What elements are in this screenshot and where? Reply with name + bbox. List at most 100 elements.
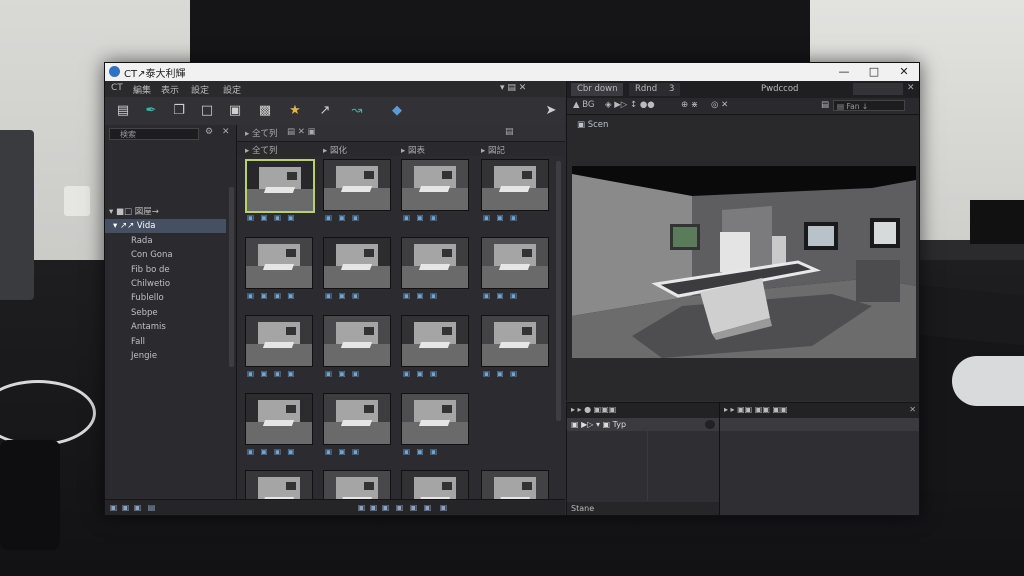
thumbnail[interactable]: [401, 159, 469, 211]
view-mode-icon-6[interactable]: ▣: [423, 503, 432, 512]
arrow-icon[interactable]: ➤: [541, 101, 561, 121]
thumbnail-tags[interactable]: ▣ ▣ ▣: [325, 369, 361, 379]
view-mode-icon-3[interactable]: ▣: [381, 503, 390, 512]
preview-tool-bg[interactable]: ▲ BG: [573, 100, 595, 110]
view-mode-icon-5[interactable]: ▣: [409, 503, 418, 512]
grid-scrollbar[interactable]: [556, 161, 561, 421]
thumbnail[interactable]: [401, 393, 469, 445]
tab-cbr-down[interactable]: Cbr down: [571, 83, 624, 96]
thumbnail-tags[interactable]: ▣ ▣ ▣ ▣: [247, 291, 297, 301]
tree-item-vida[interactable]: ▾ ↗↗ Vida: [105, 219, 226, 233]
thumbnail-tags[interactable]: ▣ ▣ ▣ ▣: [247, 447, 297, 457]
layers-icon[interactable]: ▩: [255, 101, 275, 121]
menu-item-ct[interactable]: CT: [111, 83, 123, 93]
grid-tab-shapes[interactable]: ▤ ✕ ▣: [287, 127, 316, 137]
status-grid-icon[interactable]: ▣: [109, 503, 118, 512]
thumbnail-tags[interactable]: ▣ ▣ ▣: [483, 213, 519, 223]
crop-icon[interactable]: □: [197, 101, 217, 121]
thumbnail-tags[interactable]: ▣ ▣ ▣ ▣: [247, 369, 297, 379]
menu-item-settings[interactable]: 設定: [191, 83, 209, 96]
thumbnail-tags[interactable]: ▣ ▣ ▣: [403, 369, 439, 379]
menu-item-extra[interactable]: 設定: [223, 83, 241, 96]
status-settings-icon[interactable]: ▤: [147, 503, 156, 512]
thumbnail-tags[interactable]: ▣ ▣ ▣: [483, 369, 519, 379]
thumbnail[interactable]: [401, 315, 469, 367]
wand-icon[interactable]: ↝: [347, 101, 367, 121]
preview-search-input[interactable]: ▤ Fan ↓: [833, 100, 905, 111]
thumbnail-tags[interactable]: ▣ ▣ ▣: [325, 291, 361, 301]
thumbnail[interactable]: [323, 315, 391, 367]
thumbnail[interactable]: [323, 159, 391, 211]
thumbnail[interactable]: [323, 237, 391, 289]
monitor-icon[interactable]: ▣: [225, 101, 245, 121]
preview-tool-add[interactable]: ⊕ ⋇: [681, 100, 698, 110]
tab-3[interactable]: 3: [663, 83, 681, 96]
filter-icon[interactable]: ⚙: [205, 127, 213, 137]
properties-row[interactable]: [720, 418, 919, 431]
thumbnail-tags[interactable]: ▣ ▣ ▣: [403, 291, 439, 301]
thumbnail-tags[interactable]: ▣ ▣ ▣: [483, 291, 519, 301]
close-button[interactable]: ✕: [889, 63, 919, 81]
thumbnail-tags[interactable]: ▣ ▣ ▣: [403, 447, 439, 457]
thumbnail-tags[interactable]: ▣ ▣ ▣ ▣: [247, 213, 297, 223]
tree-item-sebpe[interactable]: Sebpe: [105, 306, 226, 320]
tree-item-rada[interactable]: Rada: [105, 234, 226, 248]
menu-item-edit[interactable]: 編集: [133, 83, 151, 96]
layer-row[interactable]: ▣ ▶▷ ▾ ▣ Typ: [567, 418, 719, 431]
thumbnail[interactable]: [481, 159, 549, 211]
preview-close-icon[interactable]: ✕: [907, 83, 915, 93]
tree-item-jengie[interactable]: Jengie: [105, 349, 226, 363]
properties-toolbar[interactable]: ▸ ▸ ▣▣ ▣▣ ▣▣: [724, 405, 788, 414]
view-mode-icon-4[interactable]: ▣: [395, 503, 404, 512]
view-mode-icon-7[interactable]: ▣: [439, 503, 448, 512]
minimize-button[interactable]: —: [829, 63, 859, 81]
list-icon[interactable]: ▤: [113, 101, 133, 121]
view-mode-icon-1[interactable]: ▣: [357, 503, 366, 512]
grid-menu-icon[interactable]: ▤: [505, 127, 514, 137]
preview-tool-transform[interactable]: ◈ ▶▷ ↕ ●●: [605, 100, 655, 110]
tree-scrollbar[interactable]: [229, 187, 234, 367]
tree-search-input[interactable]: 検索: [109, 128, 199, 140]
tab-rdnd[interactable]: Rdnd: [629, 83, 664, 96]
col-head-3[interactable]: ▸ 図表: [401, 144, 425, 156]
thumbnail-tags[interactable]: ▣ ▣ ▣: [325, 213, 361, 223]
thumbnail[interactable]: [481, 237, 549, 289]
thumbnail[interactable]: [401, 237, 469, 289]
tree-item-fib-bo-de[interactable]: Fib bo de: [105, 263, 226, 277]
menu-dock-icon[interactable]: ▾ ▤ ✕: [500, 83, 526, 93]
tree-item-fublello[interactable]: Fublello: [105, 291, 226, 305]
3d-viewport[interactable]: [572, 166, 916, 358]
thumbnail[interactable]: [245, 393, 313, 445]
tree-item-chilwetio[interactable]: Chilwetio: [105, 277, 226, 291]
brush-icon[interactable]: ↗: [315, 101, 335, 121]
properties-close-icon[interactable]: ✕: [909, 405, 916, 414]
menu-item-view[interactable]: 表示: [161, 83, 179, 96]
col-head-2[interactable]: ▸ 図化: [323, 144, 347, 156]
star-icon[interactable]: ★: [285, 101, 305, 121]
grid-tab-all[interactable]: ▸ 全て列: [245, 127, 277, 139]
preview-tab-control[interactable]: [853, 83, 903, 95]
maximize-button[interactable]: □: [859, 63, 889, 81]
preview-grid-icon[interactable]: ▤: [821, 100, 829, 110]
preview-tool-target[interactable]: ◎ ✕: [711, 100, 728, 110]
thumbnail[interactable]: [245, 237, 313, 289]
status-detail-icon[interactable]: ▣: [133, 503, 142, 512]
col-head-1[interactable]: ▸ 全て列: [245, 144, 277, 156]
tree-item-antamis[interactable]: Antamis: [105, 320, 226, 334]
status-list-icon[interactable]: ▣: [121, 503, 130, 512]
thumbnail[interactable]: [245, 315, 313, 367]
copy-icon[interactable]: ❐: [169, 101, 189, 121]
link-icon[interactable]: ◆: [387, 101, 407, 121]
tree-item-fall[interactable]: Fall: [105, 335, 226, 349]
thumbnail[interactable]: [323, 393, 391, 445]
thumbnail-tags[interactable]: ▣ ▣ ▣: [325, 447, 361, 457]
view-mode-icon-2[interactable]: ▣: [369, 503, 378, 512]
col-head-4[interactable]: ▸ 図記: [481, 144, 505, 156]
layer-panel-toolbar[interactable]: ▸ ▸ ● ▣▣▣: [571, 405, 616, 414]
thumbnail[interactable]: [481, 315, 549, 367]
tree-item-root[interactable]: ▾ ■□ 図屋→: [105, 205, 226, 219]
tree-item-con-gona[interactable]: Con Gona: [105, 248, 226, 262]
thumbnail-tags[interactable]: ▣ ▣ ▣: [403, 213, 439, 223]
pen-icon[interactable]: ✒: [141, 101, 161, 121]
clear-search-icon[interactable]: ✕: [222, 127, 230, 137]
